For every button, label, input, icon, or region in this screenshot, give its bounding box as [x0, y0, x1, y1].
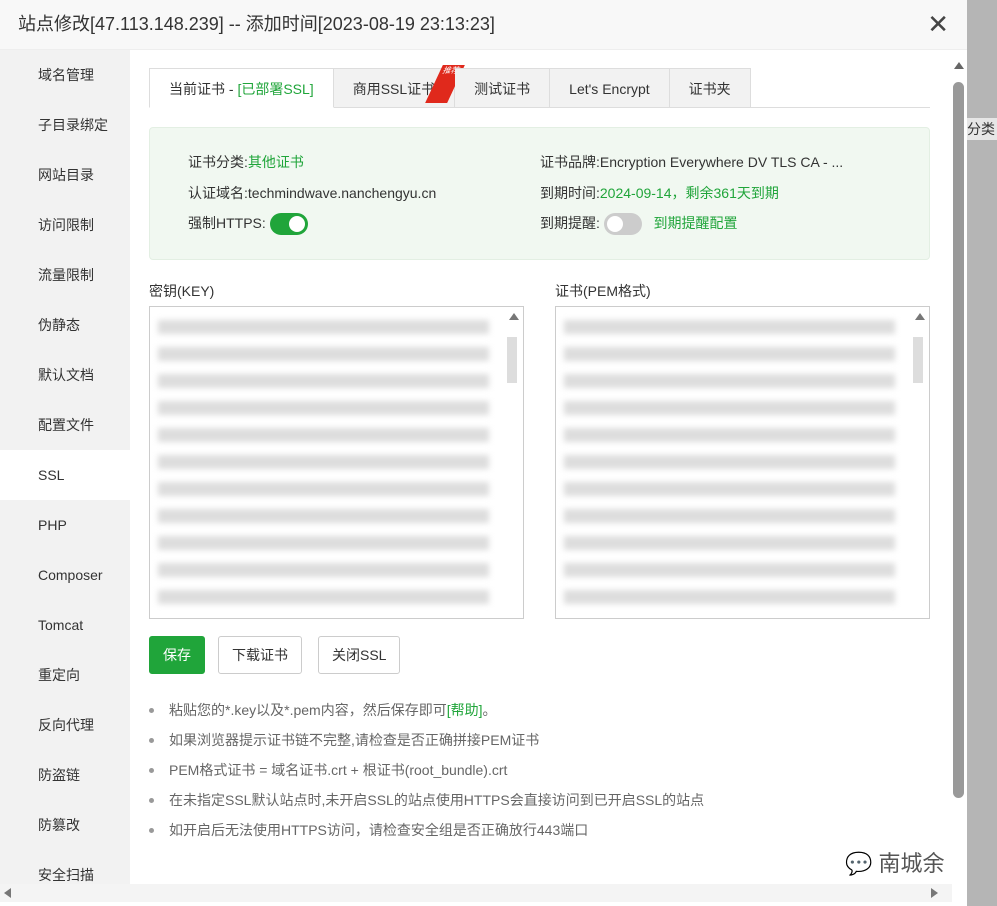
redacted-line	[564, 563, 895, 577]
note-text: 。	[482, 702, 497, 718]
value: 2024-09-14，剩余361天到期	[599, 185, 779, 201]
cert-brand: 证书品牌:Encryption Everywhere DV TLS CA - .…	[540, 152, 843, 172]
value: 其他证书	[247, 154, 304, 170]
redacted-line	[564, 320, 895, 334]
sidebar-item[interactable]: 伪静态	[0, 300, 130, 350]
background-page: 分类	[967, 0, 997, 906]
vertical-scrollbar[interactable]	[952, 56, 965, 884]
sidebar-item[interactable]: 安全扫描	[0, 850, 130, 884]
cert-expire: 到期时间:2024-09-14，剩余361天到期	[540, 183, 779, 203]
sidebar-item[interactable]: 配置文件	[0, 400, 130, 450]
redacted-line	[158, 320, 489, 334]
tab-label: 当前证书 -	[169, 81, 238, 97]
redacted-line	[158, 590, 489, 604]
tab-label: 商用SSL证书	[352, 81, 436, 97]
tab-cert-folder[interactable]: 证书夹	[669, 68, 751, 108]
redacted-line	[564, 509, 895, 523]
value: Encryption Everywhere DV TLS CA - ...	[599, 154, 844, 170]
label: 认证域名:	[188, 185, 248, 201]
close-icon[interactable]: ✕	[927, 10, 949, 38]
sidebar-item[interactable]: PHP	[0, 500, 130, 550]
wechat-icon: 💬	[845, 851, 873, 876]
label: 证书分类:	[188, 154, 248, 170]
tab-test-cert[interactable]: 测试证书	[455, 68, 551, 108]
redacted-line	[564, 347, 895, 361]
tab-bar: 当前证书 - [已部署SSL] 商用SSL证书 推荐 测试证书 Let's Enc…	[149, 65, 930, 108]
tab-commercial-ssl[interactable]: 商用SSL证书 推荐	[333, 65, 466, 108]
note: PEM格式证书 = 域名证书.crt + 根证书(root_bundle).cr…	[149, 755, 704, 785]
dialog-title: 站点修改[47.113.148.239] -- 添加时间[2023-08-19 …	[0, 0, 967, 50]
label: 证书品牌:	[540, 154, 600, 170]
textarea-scrollbar[interactable]	[505, 307, 523, 618]
sidebar-item[interactable]: 防篡改	[0, 800, 130, 850]
redacted-line	[564, 590, 895, 604]
redacted-line	[158, 563, 489, 577]
redacted-line	[158, 536, 489, 550]
ssl-status: [已部署SSL]	[237, 81, 314, 97]
tab-current-cert[interactable]: 当前证书 - [已部署SSL]	[149, 68, 334, 108]
note: 如开启后无法使用HTTPS访问，请检查安全组是否正确放行443端口	[149, 815, 704, 845]
value: techmindwave.nanchengyu.cn	[247, 185, 437, 201]
note: 如果浏览器提示证书链不完整,请检查是否正确拼接PEM证书	[149, 725, 704, 755]
download-cert-button[interactable]: 下载证书	[218, 636, 302, 674]
note: 在未指定SSL默认站点时,未开启SSL的站点使用HTTPS会直接访问到已开启SS…	[149, 785, 704, 815]
cert-domain: 认证域名:techmindwave.nanchengyu.cn	[188, 183, 436, 203]
watermark-text: 南城余	[878, 851, 945, 876]
redacted-line	[158, 509, 489, 523]
redacted-line	[158, 401, 489, 415]
watermark: 💬 南城余	[845, 846, 945, 878]
redacted-line	[564, 455, 895, 469]
horizontal-scrollbar[interactable]	[0, 884, 952, 902]
cert-textarea[interactable]	[555, 306, 930, 619]
background-text: 分类	[967, 118, 997, 140]
redacted-line	[564, 401, 895, 415]
redacted-line	[158, 374, 489, 388]
sidebar-item[interactable]: 重定向	[0, 650, 130, 700]
close-ssl-button[interactable]: 关闭SSL	[318, 636, 401, 674]
sidebar-item[interactable]: 流量限制	[0, 250, 130, 300]
force-https-toggle[interactable]	[269, 213, 308, 236]
note-text: 粘贴您的*.key以及*.pem内容，然后保存即可	[169, 702, 447, 718]
expire-remind-toggle[interactable]	[603, 213, 642, 236]
tab-lets-encrypt[interactable]: Let's Encrypt	[550, 68, 670, 108]
site-edit-dialog: 站点修改[47.113.148.239] -- 添加时间[2023-08-19 …	[0, 0, 967, 906]
sidebar-item[interactable]: 访问限制	[0, 200, 130, 250]
save-button[interactable]: 保存	[149, 636, 205, 674]
remind-config-link[interactable]: 到期提醒配置	[653, 215, 737, 231]
help-link[interactable]: [帮助]	[447, 702, 483, 718]
label: 到期时间:	[540, 185, 600, 201]
expire-remind: 到期提醒: 到期提醒配置	[540, 213, 737, 236]
main-panel: 当前证书 - [已部署SSL] 商用SSL证书 推荐 测试证书 Let's Enc…	[130, 50, 952, 884]
cert-category: 证书分类:其他证书	[188, 152, 304, 172]
sidebar-item[interactable]: 默认文档	[0, 350, 130, 400]
force-https: 强制HTTPS:	[188, 213, 308, 236]
sidebar-item[interactable]: 子目录绑定	[0, 100, 130, 150]
sidebar-item[interactable]: 防盗链	[0, 750, 130, 800]
key-textarea[interactable]	[149, 306, 524, 619]
redacted-line	[564, 374, 895, 388]
note: 粘贴您的*.key以及*.pem内容，然后保存即可[帮助]。	[149, 695, 704, 725]
redacted-line	[158, 347, 489, 361]
cert-label: 证书(PEM格式)	[555, 283, 651, 299]
cert-info-box: 证书分类:其他证书 证书品牌:Encryption Everywhere DV …	[149, 127, 930, 260]
sidebar-item[interactable]: 反向代理	[0, 700, 130, 750]
key-label: 密钥(KEY)	[149, 283, 215, 299]
redacted-line	[158, 482, 489, 496]
help-notes: 粘贴您的*.key以及*.pem内容，然后保存即可[帮助]。 如果浏览器提示证书…	[149, 695, 704, 845]
redacted-line	[564, 428, 895, 442]
sidebar-item[interactable]: 域名管理	[0, 50, 130, 100]
redacted-line	[564, 536, 895, 550]
redacted-line	[158, 455, 489, 469]
sidebar-item[interactable]: Composer	[0, 550, 130, 600]
sidebar-item[interactable]: SSL	[0, 450, 130, 500]
sidebar-item[interactable]: 网站目录	[0, 150, 130, 200]
sidebar: 域名管理 子目录绑定 网站目录 访问限制 流量限制 伪静态 默认文档 配置文件 SSL PHP Co…	[0, 50, 130, 884]
label: 到期提醒:	[540, 215, 600, 231]
textarea-scrollbar[interactable]	[911, 307, 929, 618]
redacted-line	[564, 482, 895, 496]
sidebar-item[interactable]: Tomcat	[0, 600, 130, 650]
label: 强制HTTPS:	[188, 215, 266, 231]
redacted-line	[158, 428, 489, 442]
